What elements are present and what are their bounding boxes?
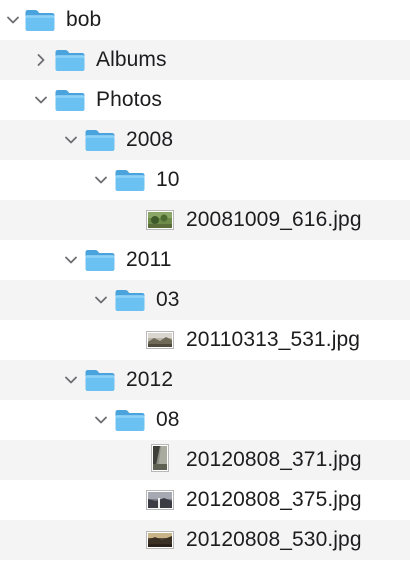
tree-item-label: 20110313_531.jpg — [186, 328, 361, 351]
image-thumbnail-icon — [146, 444, 174, 472]
image-thumbnail-icon — [146, 328, 174, 352]
tree-item-label: 2012 — [126, 368, 174, 391]
tree-item-label: 03 — [156, 288, 180, 311]
folder-icon — [84, 248, 116, 272]
image-thumbnail-icon — [146, 528, 174, 552]
tree-row-file[interactable]: 20120808_375.jpg — [0, 480, 410, 520]
folder-icon — [114, 408, 146, 432]
chevron-down-icon[interactable] — [58, 240, 84, 280]
folder-icon — [84, 128, 116, 152]
tree-item-label: 08 — [156, 408, 180, 431]
chevron-down-icon[interactable] — [0, 0, 26, 40]
chevron-right-icon[interactable] — [28, 40, 54, 80]
folder-icon — [24, 8, 56, 32]
tree-item-label: 2008 — [126, 128, 174, 151]
folder-icon — [54, 88, 86, 112]
tree-row-photos[interactable]: Photos — [0, 80, 410, 120]
tree-row-file[interactable]: 20081009_616.jpg — [0, 200, 410, 240]
tree-item-label: 10 — [156, 168, 180, 191]
tree-item-label: 20120808_375.jpg — [186, 488, 362, 511]
tree-item-label: 20081009_616.jpg — [186, 208, 362, 231]
tree-row-08[interactable]: 08 — [0, 400, 410, 440]
tree-row-10[interactable]: 10 — [0, 160, 410, 200]
tree-row-file[interactable]: 20120808_530.jpg — [0, 520, 410, 560]
chevron-down-icon[interactable] — [28, 80, 54, 120]
tree-item-label: bob — [66, 8, 102, 31]
folder-icon — [114, 168, 146, 192]
image-thumbnail-icon — [146, 488, 174, 512]
folder-icon — [84, 368, 116, 392]
tree-item-label: 2011 — [126, 248, 172, 271]
image-thumbnail-icon — [146, 208, 174, 232]
tree-row-2012[interactable]: 2012 — [0, 360, 410, 400]
folder-icon — [114, 288, 146, 312]
tree-row-2011[interactable]: 2011 — [0, 240, 410, 280]
tree-item-label: 20120808_530.jpg — [186, 528, 362, 551]
tree-item-label: Photos — [96, 88, 162, 111]
folder-icon — [54, 48, 86, 72]
file-tree: bob Albums Photos 2008 10 20081009_616.j… — [0, 0, 410, 562]
chevron-down-icon[interactable] — [88, 280, 114, 320]
tree-item-label: Albums — [96, 48, 167, 71]
chevron-down-icon[interactable] — [88, 400, 114, 440]
chevron-down-icon[interactable] — [58, 120, 84, 160]
tree-row-2008[interactable]: 2008 — [0, 120, 410, 160]
tree-row-albums[interactable]: Albums — [0, 40, 410, 80]
chevron-down-icon[interactable] — [58, 360, 84, 400]
tree-row-03[interactable]: 03 — [0, 280, 410, 320]
tree-row-file[interactable]: 20120808_371.jpg — [0, 440, 410, 480]
tree-row-bob[interactable]: bob — [0, 0, 410, 40]
chevron-down-icon[interactable] — [88, 160, 114, 200]
tree-item-label: 20120808_371.jpg — [186, 448, 362, 471]
tree-row-file[interactable]: 20110313_531.jpg — [0, 320, 410, 360]
